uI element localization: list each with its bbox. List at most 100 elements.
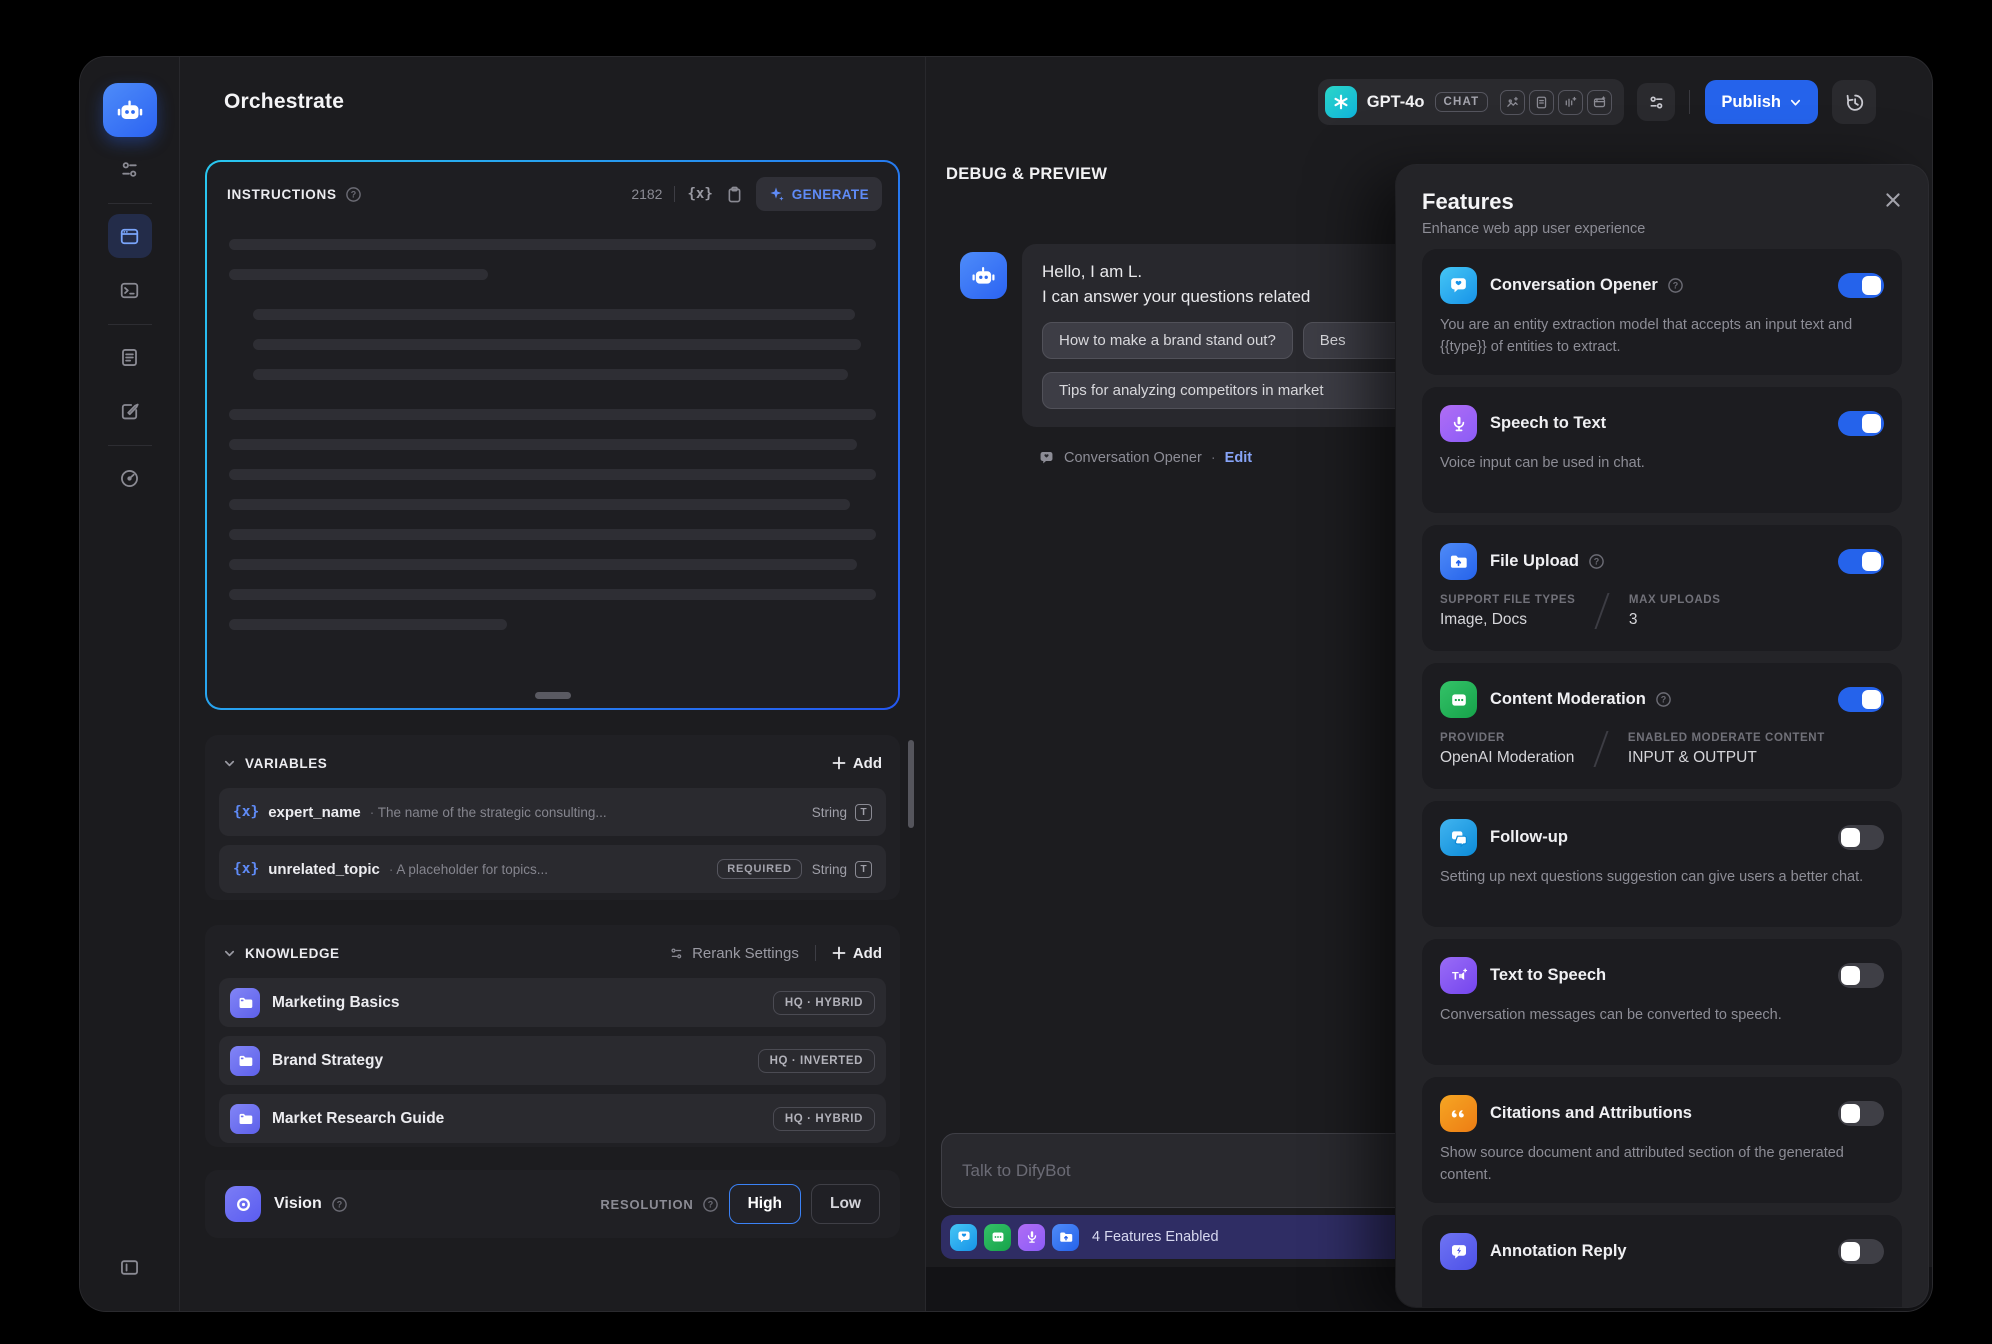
content-moderation-icon (1440, 681, 1477, 718)
knowledge-item[interactable]: Brand Strategy HQ · INVERTED (219, 1036, 886, 1085)
variables-title: VARIABLES (245, 756, 327, 771)
knowledge-name: Marketing Basics (272, 994, 400, 1012)
meta-label: PROVIDER (1440, 732, 1574, 744)
feature-toggle[interactable] (1838, 273, 1884, 298)
resolution-label: RESOLUTION (600, 1197, 693, 1212)
meta-label: SUPPORT FILE TYPES (1440, 594, 1575, 606)
file-upload-icon (1440, 543, 1477, 580)
instructions-panel: INSTRUCTIONS ? 2182 {x} GENERATE (205, 160, 900, 710)
knowledge-item[interactable]: Market Research Guide HQ · HYBRID (219, 1094, 886, 1143)
variable-desc: The name of the strategic consulting... (370, 805, 607, 820)
conversation-opener-icon (950, 1224, 977, 1251)
sidebar-item-annotations[interactable] (108, 389, 152, 433)
clipboard-icon[interactable] (725, 185, 744, 204)
app-window: Orchestrate GPT-4o CHAT (80, 57, 1932, 1311)
variable-row[interactable]: {x} unrelated_topic A placeholder for to… (219, 845, 886, 893)
speech-to-text-icon (1018, 1224, 1045, 1251)
feature-desc: You are an entity extraction model that … (1440, 315, 1884, 359)
svg-text:?: ? (350, 189, 355, 199)
suggestion-chip[interactable]: How to make a brand stand out? (1042, 322, 1293, 359)
features-subtitle: Enhance web app user experience (1422, 221, 1902, 237)
meta-value: Image, Docs (1440, 611, 1575, 629)
sidebar (80, 57, 180, 1311)
add-knowledge-button[interactable]: Add (832, 945, 882, 962)
opener-label: Conversation Opener (1064, 450, 1202, 466)
add-label: Add (853, 755, 882, 772)
feature-title: Citations and Attributions (1490, 1104, 1692, 1123)
plus-icon (832, 946, 846, 960)
resolution-low-button[interactable]: Low (811, 1184, 880, 1224)
feature-title: Text to Speech (1490, 966, 1606, 985)
svg-text:?: ? (1673, 281, 1678, 291)
help-icon: ? (702, 1196, 719, 1213)
plus-icon (832, 756, 846, 770)
chevron-down-icon[interactable] (223, 947, 236, 960)
collapse-panel-icon[interactable] (108, 1245, 152, 1289)
close-icon[interactable] (1884, 191, 1902, 209)
divider (674, 186, 675, 202)
meta-value: 3 (1629, 611, 1721, 629)
feature-toggle[interactable] (1838, 549, 1884, 574)
conversation-opener-icon (1440, 267, 1477, 304)
required-badge: REQUIRED (717, 859, 801, 879)
svg-text:?: ? (1594, 557, 1599, 567)
feature-card-annotation-reply: Annotation Reply (1422, 1215, 1902, 1307)
sparkle-icon (769, 186, 785, 202)
features-enabled-label: 4 Features Enabled (1092, 1229, 1219, 1245)
sidebar-item-monitoring[interactable] (108, 456, 152, 500)
resize-handle[interactable] (535, 692, 571, 699)
variable-icon: {x} (233, 861, 259, 877)
sidebar-divider (108, 324, 152, 325)
follow-up-icon (1440, 819, 1477, 856)
variable-insert-icon[interactable]: {x} (687, 186, 712, 202)
feature-card-speech-to-text: Speech to Text Voice input can be used i… (1422, 387, 1902, 513)
variable-type: String (812, 805, 847, 820)
knowledge-badge: HQ · HYBRID (773, 991, 875, 1015)
knowledge-name: Market Research Guide (272, 1110, 444, 1128)
feature-desc: Setting up next questions suggestion can… (1440, 867, 1884, 889)
chevron-down-icon[interactable] (223, 757, 236, 770)
feature-toggle[interactable] (1838, 963, 1884, 988)
feature-desc: Voice input can be used in chat. (1440, 453, 1884, 475)
sidebar-item-settings[interactable] (108, 147, 152, 191)
features-title: Features (1422, 189, 1514, 215)
slash-divider (1595, 593, 1610, 629)
scrollbar-thumb[interactable] (908, 740, 914, 828)
debug-preview-title: DEBUG & PREVIEW (946, 165, 1107, 184)
knowledge-item[interactable]: Marketing Basics HQ · HYBRID (219, 978, 886, 1027)
knowledge-badge: HQ · HYBRID (773, 1107, 875, 1131)
instructions-title: INSTRUCTIONS (227, 187, 337, 202)
app-robot-icon[interactable] (103, 83, 157, 137)
rerank-settings-button[interactable]: Rerank Settings (669, 945, 799, 962)
edit-opener-link[interactable]: Edit (1225, 450, 1252, 466)
knowledge-section: KNOWLEDGE Rerank Settings Add Marketing … (205, 925, 900, 1147)
generate-label: GENERATE (792, 187, 869, 202)
feature-toggle[interactable] (1838, 825, 1884, 850)
sidebar-item-logs[interactable] (108, 335, 152, 379)
add-variable-button[interactable]: Add (832, 755, 882, 772)
feature-toggle[interactable] (1838, 1239, 1884, 1264)
add-label: Add (853, 945, 882, 962)
variable-row[interactable]: {x} expert_name The name of the strategi… (219, 788, 886, 836)
svg-text:?: ? (336, 1199, 341, 1209)
sidebar-item-api[interactable] (108, 268, 152, 312)
feature-toggle[interactable] (1838, 1101, 1884, 1126)
feature-toggle[interactable] (1838, 687, 1884, 712)
instructions-content-skeleton[interactable] (207, 221, 898, 630)
sidebar-divider (108, 203, 152, 204)
content-moderation-icon (984, 1224, 1011, 1251)
sidebar-item-orchestrate[interactable] (108, 214, 152, 258)
variable-type: String (812, 862, 847, 877)
generate-button[interactable]: GENERATE (756, 177, 882, 211)
feature-desc: Show source document and attributed sect… (1440, 1143, 1884, 1187)
feature-title: Conversation Opener (1490, 276, 1658, 295)
resolution-high-button[interactable]: High (729, 1184, 801, 1224)
text-type-icon: T (855, 804, 872, 821)
knowledge-title: KNOWLEDGE (245, 946, 340, 961)
knowledge-badge: HQ · INVERTED (758, 1049, 875, 1073)
folder-icon (230, 1104, 260, 1134)
text-to-speech-icon: T (1440, 957, 1477, 994)
features-panel: Features Enhance web app user experience… (1396, 165, 1928, 1307)
orchestrate-column: INSTRUCTIONS ? 2182 {x} GENERATE (205, 57, 900, 1311)
feature-toggle[interactable] (1838, 411, 1884, 436)
